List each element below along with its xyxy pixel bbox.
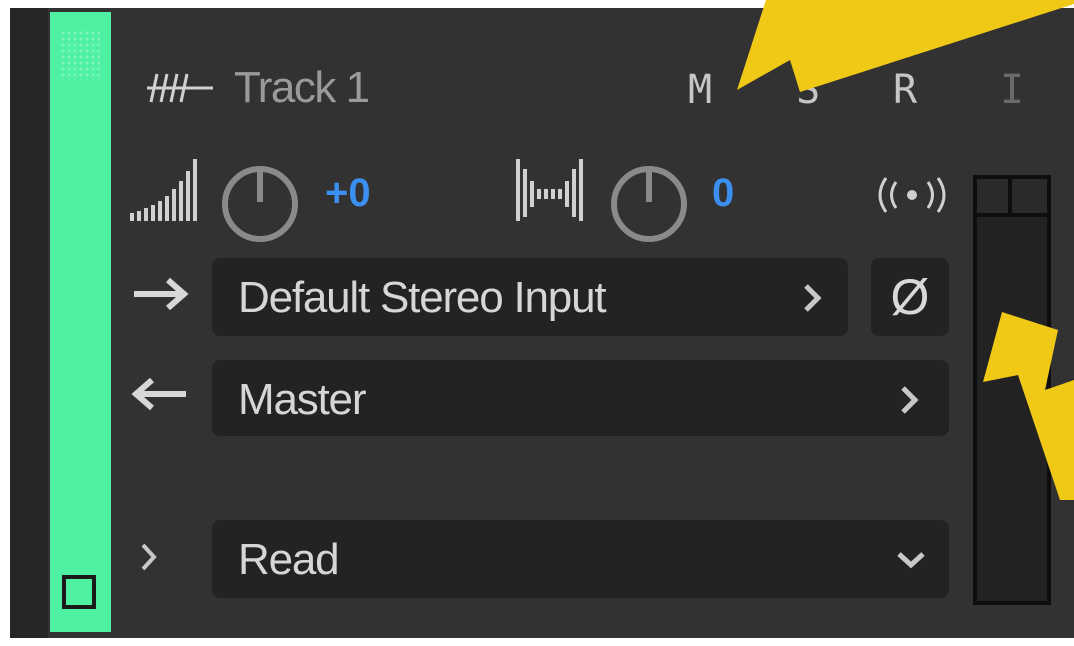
highlight-arrow-top: [737, 0, 1074, 92]
highlight-arrow-right: [983, 312, 1074, 500]
highlight-arrows-overlay: [737, 0, 1074, 500]
track-header-panel: Track 1 M S R I +0 0 Default Stereo Inpu…: [0, 0, 1074, 646]
